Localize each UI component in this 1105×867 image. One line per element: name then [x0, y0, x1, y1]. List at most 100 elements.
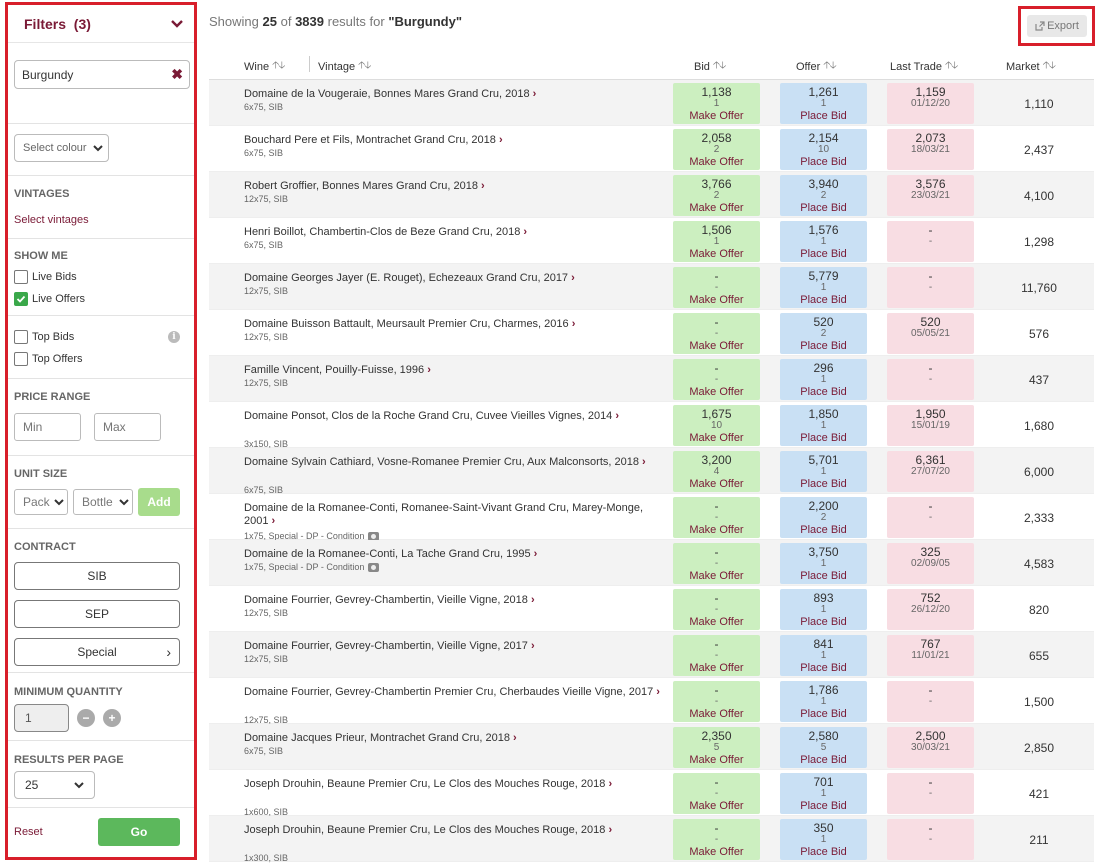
bid-cell[interactable]: 1,138 1 Make Offer	[673, 83, 760, 124]
table-row[interactable]: Henri Boillot, Chambertin-Clos de Beze G…	[209, 218, 1094, 264]
go-button[interactable]: Go	[98, 818, 180, 846]
place-bid-link[interactable]: Place Bid	[780, 846, 867, 858]
offer-cell[interactable]: 893 1 Place Bid	[780, 589, 867, 630]
sort-arrows-icon[interactable]: 🡡🡣	[358, 58, 371, 75]
place-bid-link[interactable]: Place Bid	[780, 110, 867, 122]
offer-cell[interactable]: 1,786 1 Place Bid	[780, 681, 867, 722]
place-bid-link[interactable]: Place Bid	[780, 340, 867, 352]
top-bids-checkbox[interactable]	[14, 330, 28, 344]
col-offer[interactable]: Offer 🡡🡣	[796, 58, 837, 75]
contract-sib-button[interactable]: SIB	[14, 562, 180, 590]
place-bid-link[interactable]: Place Bid	[780, 800, 867, 812]
wine-name[interactable]: Domaine Fourrier, Gevrey-Chambertin, Vie…	[244, 594, 664, 607]
col-vintage[interactable]: Vintage 🡡🡣	[318, 58, 372, 75]
price-min-input[interactable]	[14, 413, 81, 441]
table-row[interactable]: Domaine Fourrier, Gevrey-Chambertin, Vie…	[209, 586, 1094, 632]
wine-name[interactable]: Domaine Jacques Prieur, Montrachet Grand…	[244, 732, 664, 745]
add-unit-button[interactable]: Add	[138, 488, 180, 516]
sort-arrows-icon[interactable]: 🡡🡣	[945, 58, 958, 75]
wine-name[interactable]: Joseph Drouhin, Beaune Premier Cru, Le C…	[244, 778, 664, 791]
bid-cell[interactable]: - - Make Offer	[673, 359, 760, 400]
live-offers-option[interactable]: Live Offers	[14, 288, 190, 310]
make-offer-link[interactable]: Make Offer	[673, 662, 760, 674]
sort-arrows-icon[interactable]: 🡡🡣	[823, 58, 836, 75]
increase-qty-button[interactable]: +	[103, 709, 121, 727]
offer-cell[interactable]: 3,750 1 Place Bid	[780, 543, 867, 584]
make-offer-link[interactable]: Make Offer	[673, 754, 760, 766]
col-bid[interactable]: Bid 🡡🡣	[694, 58, 726, 75]
results-per-page-select[interactable]: 25	[14, 771, 95, 799]
filters-header[interactable]: Filters (3)	[8, 5, 194, 43]
make-offer-link[interactable]: Make Offer	[673, 386, 760, 398]
contract-sep-button[interactable]: SEP	[14, 600, 180, 628]
table-row[interactable]: Domaine Georges Jayer (E. Rouget), Echez…	[209, 264, 1094, 310]
table-row[interactable]: Robert Groffier, Bonnes Mares Grand Cru,…	[209, 172, 1094, 218]
bid-cell[interactable]: - - Make Offer	[673, 635, 760, 676]
bid-cell[interactable]: - - Make Offer	[673, 773, 760, 814]
make-offer-link[interactable]: Make Offer	[673, 616, 760, 628]
col-wine[interactable]: Wine 🡡🡣	[244, 58, 285, 75]
sort-arrows-icon[interactable]: 🡡🡣	[713, 58, 726, 75]
contract-special-button[interactable]: Special ›	[14, 638, 180, 666]
wine-name[interactable]: Domaine Fourrier, Gevrey-Chambertin Prem…	[244, 686, 664, 699]
wine-name[interactable]: Bouchard Pere et Fils, Montrachet Grand …	[244, 134, 664, 147]
wine-name[interactable]: Henri Boillot, Chambertin-Clos de Beze G…	[244, 226, 664, 239]
offer-cell[interactable]: 350 1 Place Bid	[780, 819, 867, 860]
wine-name[interactable]: Joseph Drouhin, Beaune Premier Cru, Le C…	[244, 824, 664, 837]
make-offer-link[interactable]: Make Offer	[673, 570, 760, 582]
offer-cell[interactable]: 5,701 1 Place Bid	[780, 451, 867, 492]
place-bid-link[interactable]: Place Bid	[780, 570, 867, 582]
place-bid-link[interactable]: Place Bid	[780, 708, 867, 720]
offer-cell[interactable]: 2,580 5 Place Bid	[780, 727, 867, 768]
make-offer-link[interactable]: Make Offer	[673, 432, 760, 444]
table-row[interactable]: Domaine de la Vougeraie, Bonnes Mares Gr…	[209, 80, 1094, 126]
place-bid-link[interactable]: Place Bid	[780, 202, 867, 214]
table-row[interactable]: Bouchard Pere et Fils, Montrachet Grand …	[209, 126, 1094, 172]
col-last-trade[interactable]: Last Trade 🡡🡣	[890, 58, 958, 75]
offer-cell[interactable]: 1,261 1 Place Bid	[780, 83, 867, 124]
table-row[interactable]: Joseph Drouhin, Beaune Premier Cru, Le C…	[209, 770, 1094, 817]
select-vintages-link[interactable]: Select vintages	[14, 214, 190, 226]
offer-cell[interactable]: 296 1 Place Bid	[780, 359, 867, 400]
reset-link[interactable]: Reset	[14, 826, 43, 838]
live-bids-checkbox[interactable]	[14, 270, 28, 284]
table-row[interactable]: Famille Vincent, Pouilly-Fuisse, 1996 › 1…	[209, 356, 1094, 402]
place-bid-link[interactable]: Place Bid	[780, 294, 867, 306]
place-bid-link[interactable]: Place Bid	[780, 156, 867, 168]
wine-name[interactable]: Robert Groffier, Bonnes Mares Grand Cru,…	[244, 180, 664, 193]
offer-cell[interactable]: 1,850 1 Place Bid	[780, 405, 867, 446]
offer-cell[interactable]: 2,200 2 Place Bid	[780, 497, 867, 538]
place-bid-link[interactable]: Place Bid	[780, 616, 867, 628]
make-offer-link[interactable]: Make Offer	[673, 708, 760, 720]
min-qty-input[interactable]: 1	[14, 704, 69, 732]
wine-name[interactable]: Domaine Buisson Battault, Meursault Prem…	[244, 318, 664, 331]
live-offers-checkbox[interactable]	[14, 292, 28, 306]
offer-cell[interactable]: 841 1 Place Bid	[780, 635, 867, 676]
place-bid-link[interactable]: Place Bid	[780, 754, 867, 766]
bid-cell[interactable]: 2,350 5 Make Offer	[673, 727, 760, 768]
chevron-down-icon[interactable]	[170, 17, 184, 31]
bid-cell[interactable]: - - Make Offer	[673, 819, 760, 860]
top-offers-checkbox[interactable]	[14, 352, 28, 366]
place-bid-link[interactable]: Place Bid	[780, 662, 867, 674]
place-bid-link[interactable]: Place Bid	[780, 386, 867, 398]
make-offer-link[interactable]: Make Offer	[673, 248, 760, 260]
bid-cell[interactable]: - - Make Offer	[673, 267, 760, 308]
wine-name[interactable]: Domaine Ponsot, Clos de la Roche Grand C…	[244, 410, 664, 423]
wine-name[interactable]: Domaine de la Romanee-Conti, La Tache Gr…	[244, 548, 664, 561]
make-offer-link[interactable]: Make Offer	[673, 846, 760, 858]
offer-cell[interactable]: 2,154 10 Place Bid	[780, 129, 867, 170]
table-row[interactable]: Joseph Drouhin, Beaune Premier Cru, Le C…	[209, 816, 1094, 863]
make-offer-link[interactable]: Make Offer	[673, 524, 760, 536]
camera-icon[interactable]	[368, 562, 380, 572]
sort-arrows-icon[interactable]: 🡡🡣	[272, 58, 285, 75]
bid-cell[interactable]: - - Make Offer	[673, 543, 760, 584]
offer-cell[interactable]: 3,940 2 Place Bid	[780, 175, 867, 216]
live-bids-option[interactable]: Live Bids	[14, 266, 190, 288]
wine-name[interactable]: Domaine de la Vougeraie, Bonnes Mares Gr…	[244, 88, 664, 101]
bid-cell[interactable]: 2,058 2 Make Offer	[673, 129, 760, 170]
place-bid-link[interactable]: Place Bid	[780, 432, 867, 444]
sort-arrows-icon[interactable]: 🡡🡣	[1043, 58, 1056, 75]
table-row[interactable]: Domaine Buisson Battault, Meursault Prem…	[209, 310, 1094, 356]
bid-cell[interactable]: 1,506 1 Make Offer	[673, 221, 760, 262]
